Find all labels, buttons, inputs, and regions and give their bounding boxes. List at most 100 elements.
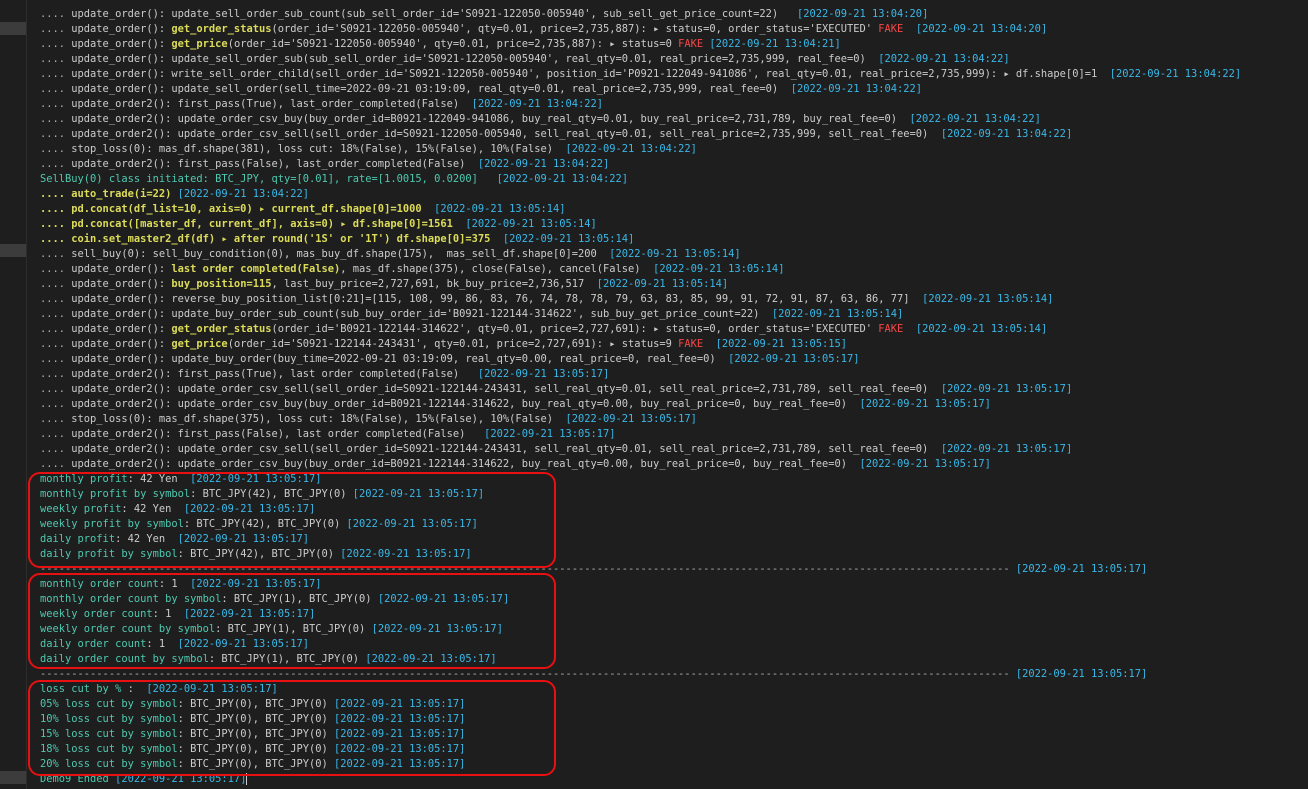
log-text: update_order2(): update_order_csv_buy(bu… [71, 113, 910, 125]
log-text: sell_buy(0): sell_buy_condition(0), mas_… [71, 248, 610, 260]
timestamp: [2022-09-21 13:04:22] [940, 128, 1073, 140]
log-text: .... [40, 248, 72, 260]
console-line: .... update_order(): buy_position=115, l… [40, 277, 1300, 292]
log-text: .... [40, 353, 72, 365]
log-text: update_order(): [71, 278, 172, 290]
log-text: update_order2(): update_order_csv_sell(s… [71, 383, 941, 395]
log-text: .... [40, 338, 72, 350]
console-line: .... sell_buy(0): sell_buy_condition(0),… [40, 247, 1300, 262]
log-text: (order_id='S0921-122050-005940', qty=0.0… [271, 23, 879, 35]
log-text: stop_loss(0): mas_df.shape(381), loss cu… [71, 143, 566, 155]
console-line: .... update_order2(): update_order_csv_b… [40, 397, 1300, 412]
console-line: .... update_order2(): first_pass(False),… [40, 157, 1300, 172]
timestamp: [2022-09-21 13:05:17] [728, 353, 860, 365]
log-text: .... [40, 368, 72, 380]
log-text: get_order_status [171, 323, 272, 335]
timestamp: [2022-09-21 13:05:17] [859, 458, 991, 470]
timestamp: [2022-09-21 13:05:14] [922, 293, 1054, 305]
log-text: get_order_status [171, 23, 272, 35]
log-text: .... [40, 278, 72, 290]
console-line: .... auto_trade(i=22) [2022-09-21 13:04:… [40, 187, 1300, 202]
log-text: update_order(): [71, 263, 172, 275]
fake-flag: FAKE [678, 38, 704, 50]
log-text: update_order2(): update_order_csv_buy(bu… [71, 398, 860, 410]
log-text: update_order(): write_sell_order_child(s… [71, 68, 1110, 80]
timestamp: [2022-09-21 13:04:22] [878, 53, 1010, 65]
terminal-output[interactable]: .... update_order(): update_sell_order_s… [40, 7, 1300, 787]
console-line: .... update_order2(): first_pass(False),… [40, 427, 1300, 442]
log-text: .... [40, 68, 72, 80]
log-text: (order_id='B0921-122144-314622', qty=0.0… [271, 323, 879, 335]
console-line: .... update_order(): update_sell_order(s… [40, 82, 1300, 97]
console-line: .... update_order(): get_price(order_id=… [40, 337, 1300, 352]
console-line: .... update_order(): write_sell_order_ch… [40, 67, 1300, 82]
log-text: .... [40, 443, 72, 455]
log-text: get_price [171, 38, 228, 50]
log-text: .... [40, 293, 72, 305]
log-text: .... [40, 83, 72, 95]
timestamp: [2022-09-21 13:05:14] [434, 203, 566, 215]
gutter-marker [0, 771, 26, 784]
timestamp: [2022-09-21 13:04:22] [909, 113, 1041, 125]
log-text: .... coin.set_master2_df(df) ▸ after rou… [40, 233, 503, 245]
console-line: .... update_order2(): update_order_csv_s… [40, 382, 1300, 397]
timestamp: [2022-09-21 13:05:17] [565, 413, 697, 425]
log-text: stop_loss(0): mas_df.shape(375), loss cu… [71, 413, 566, 425]
log-text: update_order(): update_sell_order_sub(su… [71, 53, 879, 65]
log-text: .... pd.concat([master_df, current_df], … [40, 218, 466, 230]
log-text: update_order2(): first_pass(False), last… [71, 158, 478, 170]
console-line: SellBuy(0) class initiated: BTC_JPY, qty… [40, 172, 1300, 187]
timestamp: [2022-09-21 13:04:22] [477, 158, 610, 170]
editor-gutter [0, 0, 27, 789]
console-line: .... update_order(): last order complete… [40, 262, 1300, 277]
timestamp: [2022-09-21 13:05:14] [465, 218, 597, 230]
timestamp: [2022-09-21 13:05:17] [940, 383, 1073, 395]
timestamp: [2022-09-21 13:04:22] [496, 173, 629, 185]
log-text: .... [40, 8, 72, 20]
log-text: .... pd.concat(df_list=10, axis=0) ▸ cur… [40, 203, 435, 215]
console-line: .... coin.set_master2_df(df) ▸ after rou… [40, 232, 1300, 247]
timestamp: [2022-09-21 13:04:20] [796, 8, 929, 20]
timestamp: [2022-09-21 13:05:14] [915, 323, 1048, 335]
fake-flag: FAKE [678, 338, 704, 350]
log-text: , mas_df.shape(375), close(False), cance… [340, 263, 654, 275]
console-line: .... update_order(): get_price(order_id=… [40, 37, 1300, 52]
console-line: .... update_order(): update_sell_order_s… [40, 52, 1300, 67]
log-text: .... [40, 53, 72, 65]
console-line: .... update_order2(): update_order_csv_s… [40, 442, 1300, 457]
console-line: .... pd.concat(df_list=10, axis=0) ▸ cur… [40, 202, 1300, 217]
console-line: .... update_order(): reverse_buy_positio… [40, 292, 1300, 307]
console-line: .... update_order(): get_order_status(or… [40, 22, 1300, 37]
timestamp: [2022-09-21 13:04:21] [709, 38, 841, 50]
log-text: update_order(): update_buy_order(buy_tim… [71, 353, 729, 365]
log-text: update_order(): update_sell_order(sell_t… [71, 83, 791, 95]
log-text: .... [40, 98, 72, 110]
fake-flag: FAKE [878, 23, 904, 35]
log-text: .... [40, 323, 72, 335]
log-text: .... [40, 113, 72, 125]
timestamp: [2022-09-21 13:05:17] [484, 428, 616, 440]
log-text: update_order2(): update_order_csv_sell(s… [71, 128, 941, 140]
timestamp: [2022-09-21 13:05:17] [1015, 563, 1148, 575]
console-line: .... stop_loss(0): mas_df.shape(381), lo… [40, 142, 1300, 157]
log-text: update_order2(): first_pass(True), last_… [71, 98, 472, 110]
order-count-highlight-box [28, 573, 556, 669]
log-text: .... [40, 263, 72, 275]
log-text: SellBuy(0) class initiated: BTC_JPY, qty… [40, 173, 497, 185]
log-text: update_order(): [71, 338, 172, 350]
console-line: .... stop_loss(0): mas_df.shape(375), lo… [40, 412, 1300, 427]
fake-flag: FAKE [878, 323, 904, 335]
log-text: update_order(): update_sell_order_sub_co… [71, 8, 797, 20]
log-text: .... [40, 458, 72, 470]
timestamp: [2022-09-21 13:05:17] [859, 398, 991, 410]
log-text: update_order(): [71, 23, 172, 35]
console-line: .... update_order(): update_buy_order(bu… [40, 352, 1300, 367]
log-text: update_order2(): update_order_csv_sell(s… [71, 443, 941, 455]
timestamp: [2022-09-21 13:05:14] [771, 308, 904, 320]
timestamp: [2022-09-21 13:05:17] [1015, 668, 1148, 680]
log-text: get_price [171, 338, 228, 350]
log-text: update_order(): update_buy_order_sub_cou… [71, 308, 772, 320]
timestamp: [2022-09-21 13:04:22] [471, 98, 604, 110]
